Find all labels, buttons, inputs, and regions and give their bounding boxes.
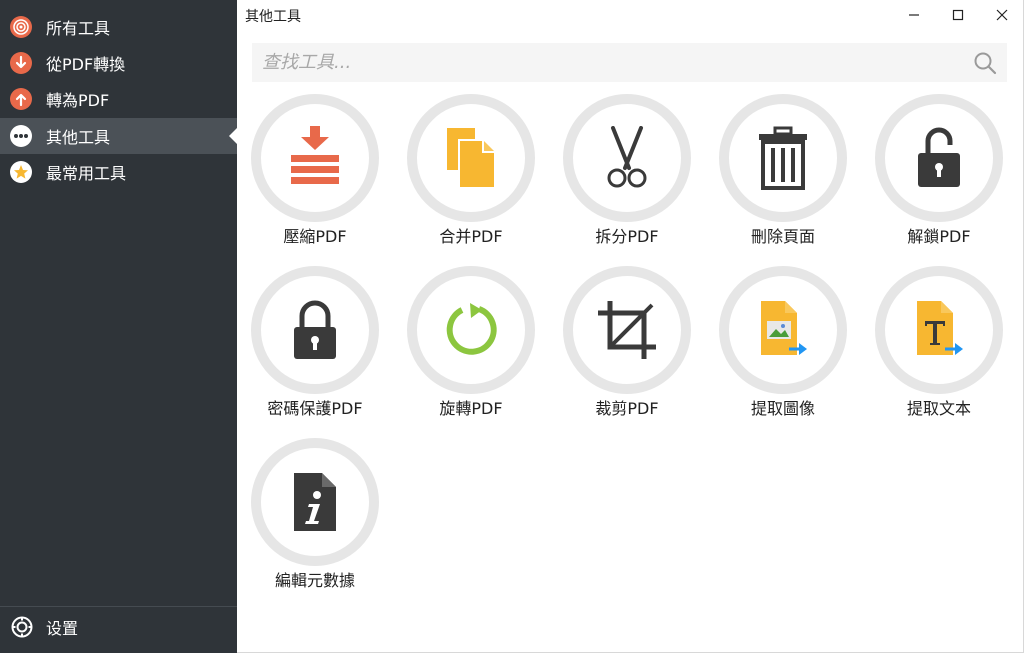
sidebar-item-convert-to-pdf[interactable]: 轉為PDF	[0, 81, 237, 117]
main-panel: 其他工具 壓縮PDF	[237, 0, 1024, 653]
tool-label: 提取圖像	[750, 399, 815, 418]
maximize-icon	[952, 9, 964, 21]
star-icon	[10, 161, 32, 183]
minimize-icon	[909, 14, 919, 16]
merge-icon	[447, 128, 496, 189]
sidebar-item-label: 轉為PDF	[46, 91, 110, 110]
tool-label: 拆分PDF	[595, 227, 659, 246]
tool-label: 裁剪PDF	[595, 399, 659, 418]
tool-label: 編輯元數據	[274, 571, 355, 590]
search-bar	[252, 43, 1007, 82]
tool-split-pdf[interactable]: 拆分PDF	[549, 94, 705, 266]
tool-password-protect[interactable]: 密碼保護PDF	[237, 266, 393, 438]
active-indicator	[229, 128, 237, 144]
window-title: 其他工具	[245, 9, 301, 25]
sidebar: 所有工具 從PDF轉換 轉為PDF 其他工具 最常用工具 设置	[0, 0, 237, 653]
sidebar-item-label: 其他工具	[46, 128, 111, 147]
search-icon[interactable]	[973, 51, 997, 75]
tool-label: 壓縮PDF	[283, 227, 347, 246]
gear-icon	[10, 615, 34, 639]
scissors-icon	[607, 126, 647, 188]
tool-label: 提取文本	[906, 399, 971, 418]
search-input[interactable]	[252, 43, 962, 82]
tool-extract-text[interactable]: 提取文本	[861, 266, 1017, 438]
sidebar-item-label: 最常用工具	[46, 164, 127, 183]
sidebar-item-convert-from-pdf[interactable]: 從PDF轉換	[0, 45, 237, 81]
unlock-icon	[918, 127, 960, 187]
tool-unlock-pdf[interactable]: 解鎖PDF	[861, 94, 1017, 266]
sidebar-item-label: 所有工具	[46, 19, 111, 38]
crop-icon	[598, 301, 656, 359]
convert-to-pdf-icon	[10, 88, 32, 110]
rotate-icon	[446, 303, 497, 355]
tool-crop-pdf[interactable]: 裁剪PDF	[549, 266, 705, 438]
tool-extract-images[interactable]: 提取圖像	[705, 266, 861, 438]
trash-icon	[759, 126, 807, 190]
lock-icon	[294, 300, 336, 359]
tool-label: 刪除頁面	[750, 227, 815, 246]
sidebar-item-frequent-tools[interactable]: 最常用工具	[0, 154, 237, 190]
settings-button[interactable]: 设置	[0, 609, 237, 645]
settings-label: 设置	[46, 619, 79, 638]
compress-icon	[291, 126, 339, 184]
tool-delete-pages[interactable]: 刪除頁面	[705, 94, 861, 266]
sidebar-item-more-tools[interactable]: 其他工具	[0, 118, 237, 154]
sidebar-item-all-tools[interactable]: 所有工具	[0, 9, 237, 45]
sidebar-item-label: 從PDF轉換	[46, 55, 126, 74]
sidebar-divider	[0, 606, 237, 607]
minimize-button[interactable]	[892, 0, 936, 30]
tool-merge-pdf[interactable]: 合并PDF	[393, 94, 549, 266]
tool-label: 解鎖PDF	[907, 227, 971, 246]
tool-label: 旋轉PDF	[439, 399, 503, 418]
tool-label: 合并PDF	[439, 227, 503, 246]
close-icon	[996, 9, 1008, 21]
extract-image-icon	[761, 301, 807, 355]
all-tools-icon	[10, 16, 32, 38]
metadata-icon	[294, 473, 336, 531]
more-tools-icon	[10, 125, 32, 147]
close-button[interactable]	[980, 0, 1024, 30]
convert-from-pdf-icon	[10, 52, 32, 74]
tool-label: 密碼保護PDF	[267, 399, 363, 418]
tool-rotate-pdf[interactable]: 旋轉PDF	[393, 266, 549, 438]
extract-text-icon	[917, 301, 963, 355]
tool-compress-pdf[interactable]: 壓縮PDF	[237, 94, 393, 266]
maximize-button[interactable]	[936, 0, 980, 30]
tool-edit-metadata[interactable]: 編輯元數據	[237, 438, 393, 610]
